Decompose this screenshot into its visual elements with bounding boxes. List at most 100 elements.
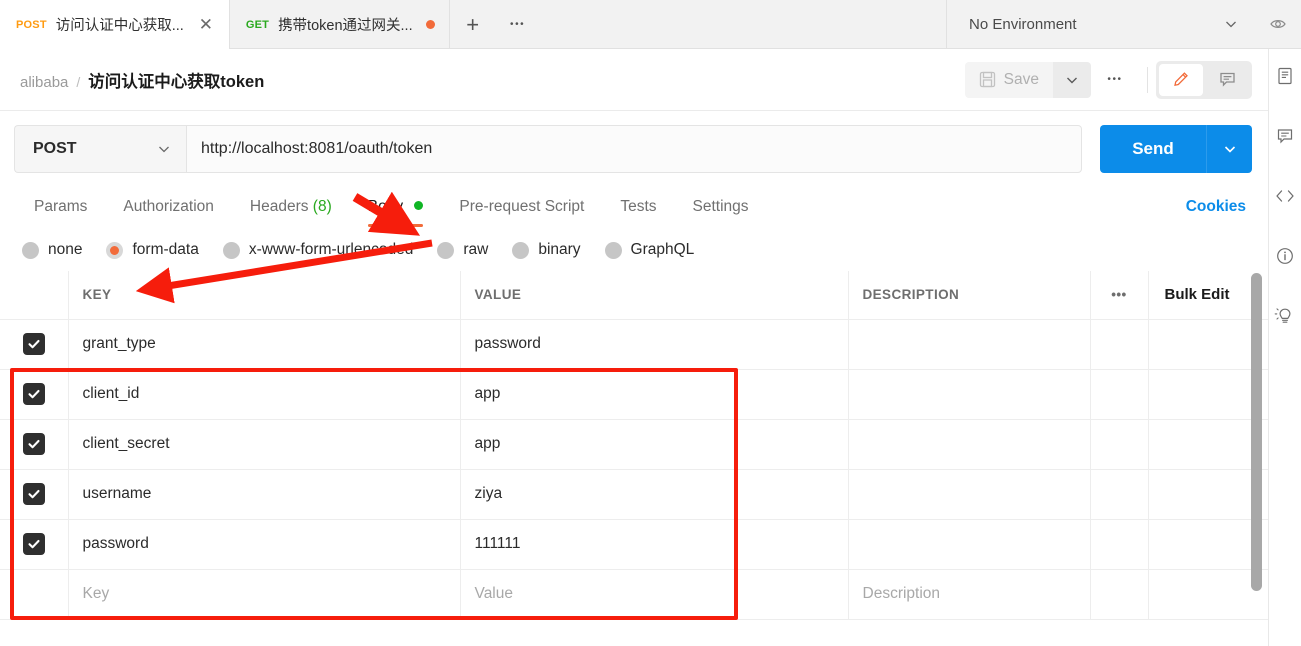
edit-mode-button[interactable] (1159, 63, 1203, 96)
cookies-link[interactable]: Cookies (1186, 198, 1246, 227)
checkbox-checked-icon[interactable] (22, 482, 45, 505)
tab-options-button[interactable]: ••• (496, 0, 540, 49)
placeholder-key[interactable]: Key (68, 569, 461, 620)
header-divider (1147, 66, 1148, 93)
request-pane: alibaba / 访问认证中心获取token Save ••• POST ht… (0, 49, 1269, 646)
comment-icon[interactable] (1272, 123, 1298, 149)
tab-label: Pre-request Script (459, 198, 585, 215)
chevron-down-icon (1067, 77, 1077, 83)
info-icon[interactable] (1272, 243, 1298, 269)
row-key[interactable]: password (68, 519, 461, 570)
row-options[interactable] (1090, 519, 1149, 570)
bulk-edit-button[interactable]: Bulk Edit (1148, 271, 1269, 320)
tab-label: Params (34, 198, 88, 215)
header-checkbox-col (0, 271, 69, 320)
body-type-binary[interactable]: binary (512, 241, 581, 259)
body-type-raw[interactable]: raw (437, 241, 488, 259)
tab-headers[interactable]: Headers (8) (232, 198, 350, 227)
breadcrumb-collection[interactable]: alibaba (20, 74, 68, 91)
row-spacer (1148, 469, 1269, 520)
row-options[interactable] (1090, 369, 1149, 420)
headers-count: (8) (312, 198, 332, 215)
table-options-button[interactable]: ••• (1090, 271, 1149, 320)
row-checkbox-cell[interactable] (0, 419, 69, 470)
row-checkbox-cell[interactable] (0, 469, 69, 520)
row-value[interactable]: app (460, 419, 849, 470)
row-key[interactable]: grant_type (68, 319, 461, 370)
radio-icon (222, 241, 240, 259)
row-description[interactable] (848, 519, 1091, 570)
checkbox-checked-icon[interactable] (22, 432, 45, 455)
row-key[interactable]: client_id (68, 369, 461, 420)
tab-body[interactable]: Body (350, 198, 442, 227)
radio-selected-icon (106, 241, 124, 259)
placeholder-value[interactable]: Value (460, 569, 849, 620)
url-input[interactable]: http://localhost:8081/oauth/token (186, 125, 1082, 173)
checkbox-checked-icon[interactable] (22, 332, 45, 355)
header-value: VALUE (460, 271, 849, 320)
request-tab-1[interactable]: POST 访问认证中心获取... ✕ (0, 0, 230, 49)
row-description[interactable] (848, 319, 1091, 370)
tab-settings[interactable]: Settings (675, 198, 767, 227)
table-row[interactable]: client_id app (0, 369, 1269, 420)
code-icon[interactable] (1272, 183, 1298, 209)
new-tab-button[interactable]: + (450, 0, 496, 49)
vertical-scrollbar[interactable] (1251, 273, 1262, 591)
table-row[interactable]: grant_type password (0, 319, 1269, 370)
row-spacer (1148, 519, 1269, 570)
document-icon[interactable] (1272, 63, 1298, 89)
placeholder-description[interactable]: Description (848, 569, 1091, 620)
row-description[interactable] (848, 469, 1091, 520)
row-checkbox-cell[interactable] (0, 519, 69, 570)
body-type-form-data[interactable]: form-data (106, 241, 199, 259)
send-button[interactable]: Send (1100, 125, 1206, 173)
table-row[interactable]: client_secret app (0, 419, 1269, 470)
row-key[interactable]: client_secret (68, 419, 461, 470)
row-value[interactable]: password (460, 319, 849, 370)
row-options[interactable] (1090, 419, 1149, 470)
tab-label: Settings (692, 198, 749, 215)
tab-title: 访问认证中心获取... (55, 18, 184, 34)
body-type-graphql[interactable]: GraphQL (604, 241, 694, 259)
environment-quick-look-button[interactable] (1257, 0, 1301, 48)
chevron-down-icon (1226, 21, 1236, 28)
body-type-none[interactable]: none (22, 241, 82, 259)
lightbulb-icon[interactable] (1272, 303, 1298, 329)
close-icon[interactable]: ✕ (197, 16, 215, 33)
view-toggle-group (1156, 60, 1252, 99)
form-data-table: KEY VALUE DESCRIPTION ••• Bulk Edit gran… (0, 271, 1269, 620)
more-icon: ••• (509, 19, 526, 30)
row-description[interactable] (848, 419, 1091, 470)
row-checkbox-cell[interactable] (0, 319, 69, 370)
save-options-button[interactable] (1053, 61, 1091, 98)
method-selector[interactable]: POST (14, 125, 186, 173)
tab-pre-request-script[interactable]: Pre-request Script (441, 198, 602, 227)
table-row[interactable]: username ziya (0, 469, 1269, 520)
comment-icon (1219, 72, 1235, 87)
checkbox-checked-icon[interactable] (22, 382, 45, 405)
method-label: POST (33, 140, 77, 157)
row-key[interactable]: username (68, 469, 461, 520)
row-value[interactable]: 111111 (460, 519, 849, 570)
row-options[interactable] (1090, 469, 1149, 520)
body-type-x-www-form-urlencoded[interactable]: x-www-form-urlencoded (222, 241, 413, 259)
row-description[interactable] (848, 369, 1091, 420)
table-row-placeholder[interactable]: Key Value Description (0, 569, 1269, 620)
row-value[interactable]: ziya (460, 469, 849, 520)
comment-mode-button[interactable] (1205, 64, 1249, 96)
environment-selector[interactable]: No Environment (947, 0, 1257, 48)
table-row[interactable]: password 111111 (0, 519, 1269, 570)
request-more-button[interactable]: ••• (1091, 62, 1139, 98)
tab-params[interactable]: Params (16, 198, 105, 227)
request-tab-2[interactable]: GET 携带token通过网关... (230, 0, 450, 49)
save-button[interactable]: Save (964, 61, 1053, 98)
page-title[interactable]: 访问认证中心获取token (88, 68, 264, 92)
tab-tests[interactable]: Tests (602, 198, 674, 227)
row-checkbox-cell[interactable] (0, 369, 69, 420)
row-options[interactable] (1090, 319, 1149, 370)
row-value[interactable]: app (460, 369, 849, 420)
send-options-button[interactable] (1206, 125, 1252, 173)
tab-authorization[interactable]: Authorization (105, 198, 231, 227)
environment-label: No Environment (969, 15, 1077, 33)
checkbox-checked-icon[interactable] (22, 532, 45, 555)
